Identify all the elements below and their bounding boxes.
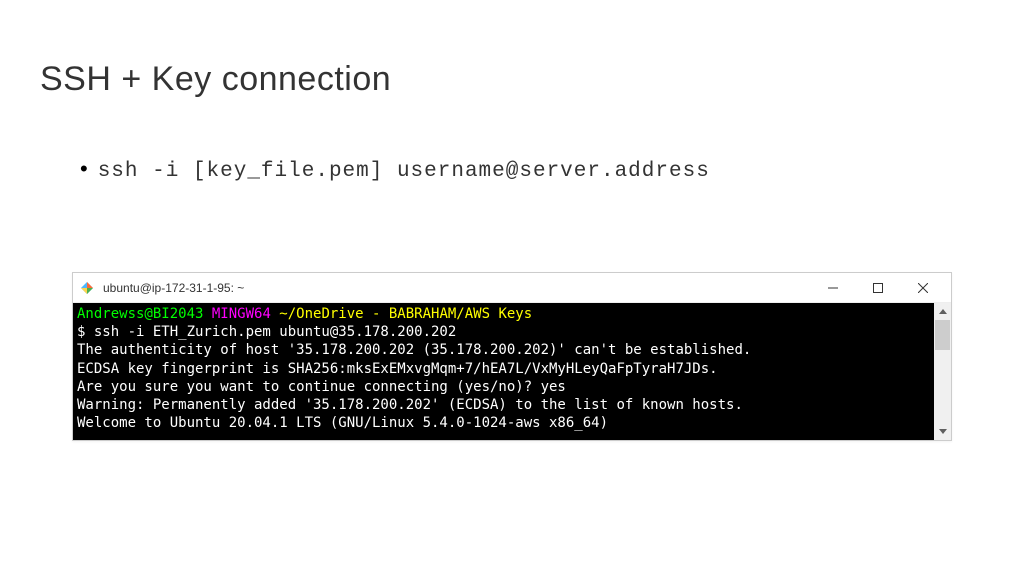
prompt-env: MINGW64: [203, 306, 279, 322]
cmd-prefix: $: [77, 324, 94, 340]
scroll-thumb[interactable]: [935, 320, 950, 350]
scroll-down-button[interactable]: [934, 423, 951, 440]
bullet-item: • ssh -i [key_file.pem] username@server.…: [80, 158, 710, 183]
scroll-up-button[interactable]: [934, 303, 951, 320]
window-controls: [810, 273, 945, 302]
terminal-line: Welcome to Ubuntu 20.04.1 LTS (GNU/Linux…: [77, 414, 945, 432]
window-titlebar: ubuntu@ip-172-31-1-95: ~: [73, 273, 951, 303]
minimize-button[interactable]: [810, 273, 855, 302]
cmd-text: ssh -i ETH_Zurich.pem ubuntu@35.178.200.…: [94, 324, 456, 340]
terminal-line: Andrewss@BI2043 MINGW64 ~/OneDrive - BAB…: [77, 305, 945, 323]
terminal-line: Warning: Permanently added '35.178.200.2…: [77, 396, 945, 414]
terminal-body[interactable]: Andrewss@BI2043 MINGW64 ~/OneDrive - BAB…: [73, 303, 951, 440]
slide-title: SSH + Key connection: [40, 60, 391, 99]
terminal-line: ECDSA key fingerprint is SHA256:mksExEMx…: [77, 360, 945, 378]
window-title: ubuntu@ip-172-31-1-95: ~: [103, 281, 810, 295]
terminal-line: Are you sure you want to continue connec…: [77, 378, 945, 396]
bullet-marker: •: [80, 158, 88, 180]
terminal-line: The authenticity of host '35.178.200.202…: [77, 341, 945, 359]
app-icon: [79, 280, 95, 296]
prompt-path: ~/OneDrive - BABRAHAM/AWS Keys: [279, 306, 532, 322]
scrollbar[interactable]: [934, 303, 951, 440]
terminal-window: ubuntu@ip-172-31-1-95: ~ Andrewss@BI2043…: [72, 272, 952, 441]
bullet-text: ssh -i [key_file.pem] username@server.ad…: [98, 160, 710, 183]
terminal-line: $ ssh -i ETH_Zurich.pem ubuntu@35.178.20…: [77, 323, 945, 341]
maximize-button[interactable]: [855, 273, 900, 302]
prompt-user: Andrewss@BI2043: [77, 306, 203, 322]
close-button[interactable]: [900, 273, 945, 302]
